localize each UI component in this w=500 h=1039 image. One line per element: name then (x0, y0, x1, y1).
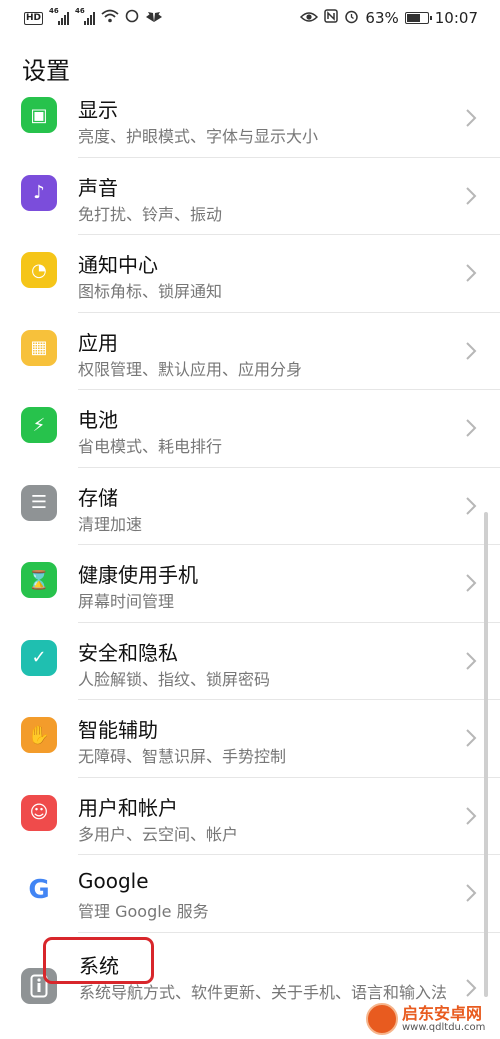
storage-icon: ☰ (21, 484, 57, 521)
chevron-right-icon (466, 186, 477, 205)
settings-item-subtitle: 图标角标、锁屏通知 (78, 282, 223, 301)
hourglass-icon: ⌛ (21, 562, 57, 598)
notification-icon: ◔ (21, 252, 57, 288)
settings-item-subtitle: 多用户、云空间、帐户 (78, 824, 239, 844)
settings-item[interactable]: ✋ 智能辅助无障碍、智慧识屏、手势控制 (0, 700, 500, 778)
settings-item-subtitle: 省电模式、耗电排行 (78, 437, 223, 456)
settings-item-label: 存储 (78, 485, 118, 510)
chevron-right-icon (466, 806, 477, 825)
highlight-box (43, 937, 154, 984)
gesture-icon: ✋ (21, 717, 57, 753)
user-icon: ☺ (21, 794, 57, 831)
settings-item[interactable]: ☺ 用户和帐户多用户、云空间、帐户 (0, 778, 500, 855)
sync-icon (125, 9, 139, 27)
settings-item-label: 显示 (78, 98, 118, 122)
chevron-right-icon (466, 574, 477, 592)
settings-item[interactable]: ⌛ 健康使用手机屏幕时间管理 (0, 545, 500, 623)
settings-item-label: 声音 (78, 175, 118, 200)
settings-item[interactable]: ▦ 应用权限管理、默认应用、应用分身 (0, 313, 500, 390)
battery-icon: ⚡ (21, 407, 57, 443)
watermark-logo-icon (366, 1003, 398, 1035)
chevron-right-icon (466, 884, 477, 902)
watermark-url: www.qdltdu.com (402, 1022, 486, 1034)
eye-comfort-icon (300, 9, 319, 27)
huawei-logo-icon (145, 9, 163, 27)
settings-item-subtitle: 管理 Google 服务 (78, 902, 209, 921)
settings-item-subtitle: 屏幕时间管理 (78, 592, 175, 611)
settings-item-subtitle: 人脸解锁、指纹、锁屏密码 (78, 669, 271, 689)
wifi-icon (101, 9, 119, 27)
settings-item[interactable]: ▣ 显示亮度、护眼模式、字体与显示大小 (0, 80, 500, 158)
nfc-icon (324, 9, 339, 27)
settings-item-label: 电池 (78, 408, 118, 432)
chevron-right-icon (466, 979, 477, 997)
settings-list: ▣ 显示亮度、护眼模式、字体与显示大小 ♪ 声音免打扰、铃声、振动 ◔ 通知中心图标角标、… (0, 80, 500, 933)
scrollbar[interactable] (484, 512, 488, 997)
watermark: 启东安卓网 www.qdltdu.com (366, 1003, 485, 1035)
divider (78, 931, 500, 933)
battery-percent: 63% (365, 9, 399, 27)
chevron-right-icon (466, 419, 477, 437)
battery-status-icon (404, 12, 432, 24)
google-icon: G (21, 872, 57, 908)
settings-item-label: 健康使用手机 (78, 563, 198, 587)
security-icon: ✓ (21, 639, 57, 676)
settings-item[interactable]: G Google 管理 Google 服务 (0, 855, 500, 933)
signal-icon: 46 (49, 7, 70, 25)
settings-item-label: 通知中心 (78, 253, 158, 277)
alarm-icon (344, 9, 359, 28)
watermark-title: 启东安卓网 (402, 1003, 483, 1023)
display-icon: ▣ (21, 97, 57, 133)
settings-item[interactable]: ☰ 存储清理加速 (0, 468, 500, 545)
settings-item-subtitle: 无障碍、智慧识屏、手势控制 (78, 747, 287, 766)
hd-icon: HD (24, 11, 44, 25)
chevron-right-icon (466, 651, 477, 670)
settings-item[interactable]: ⚡ 电池省电模式、耗电排行 (0, 390, 500, 468)
chevron-right-icon (466, 264, 477, 282)
settings-item-label: 用户和帐户 (78, 795, 178, 820)
status-bar: HD 46 46 63% 10:07 (0, 0, 500, 36)
settings-item-subtitle: 清理加速 (78, 514, 143, 534)
settings-item[interactable]: ♪ 声音免打扰、铃声、振动 (0, 158, 500, 235)
settings-item-subtitle: 亮度、护眼模式、字体与显示大小 (78, 127, 319, 146)
settings-item-subtitle: 权限管理、默认应用、应用分身 (78, 359, 303, 379)
signal-icon: 46 (75, 7, 96, 25)
settings-item[interactable]: ✓ 安全和隐私人脸解锁、指纹、锁屏密码 (0, 623, 500, 700)
settings-item-label: 安全和隐私 (78, 640, 178, 665)
clock: 10:07 (434, 9, 478, 27)
settings-item-label: 智能辅助 (78, 718, 158, 742)
chevron-right-icon (466, 496, 477, 515)
chevron-right-icon (466, 341, 477, 360)
sound-icon: ♪ (21, 174, 57, 211)
chevron-right-icon (466, 729, 477, 747)
chevron-right-icon (466, 109, 477, 127)
settings-item-subtitle: 免打扰、铃声、振动 (78, 204, 223, 224)
settings-item-label: 应用 (78, 330, 118, 355)
settings-item-label: Google (78, 869, 149, 893)
settings-item[interactable]: ◔ 通知中心图标角标、锁屏通知 (0, 235, 500, 313)
apps-icon: ▦ (21, 329, 57, 366)
